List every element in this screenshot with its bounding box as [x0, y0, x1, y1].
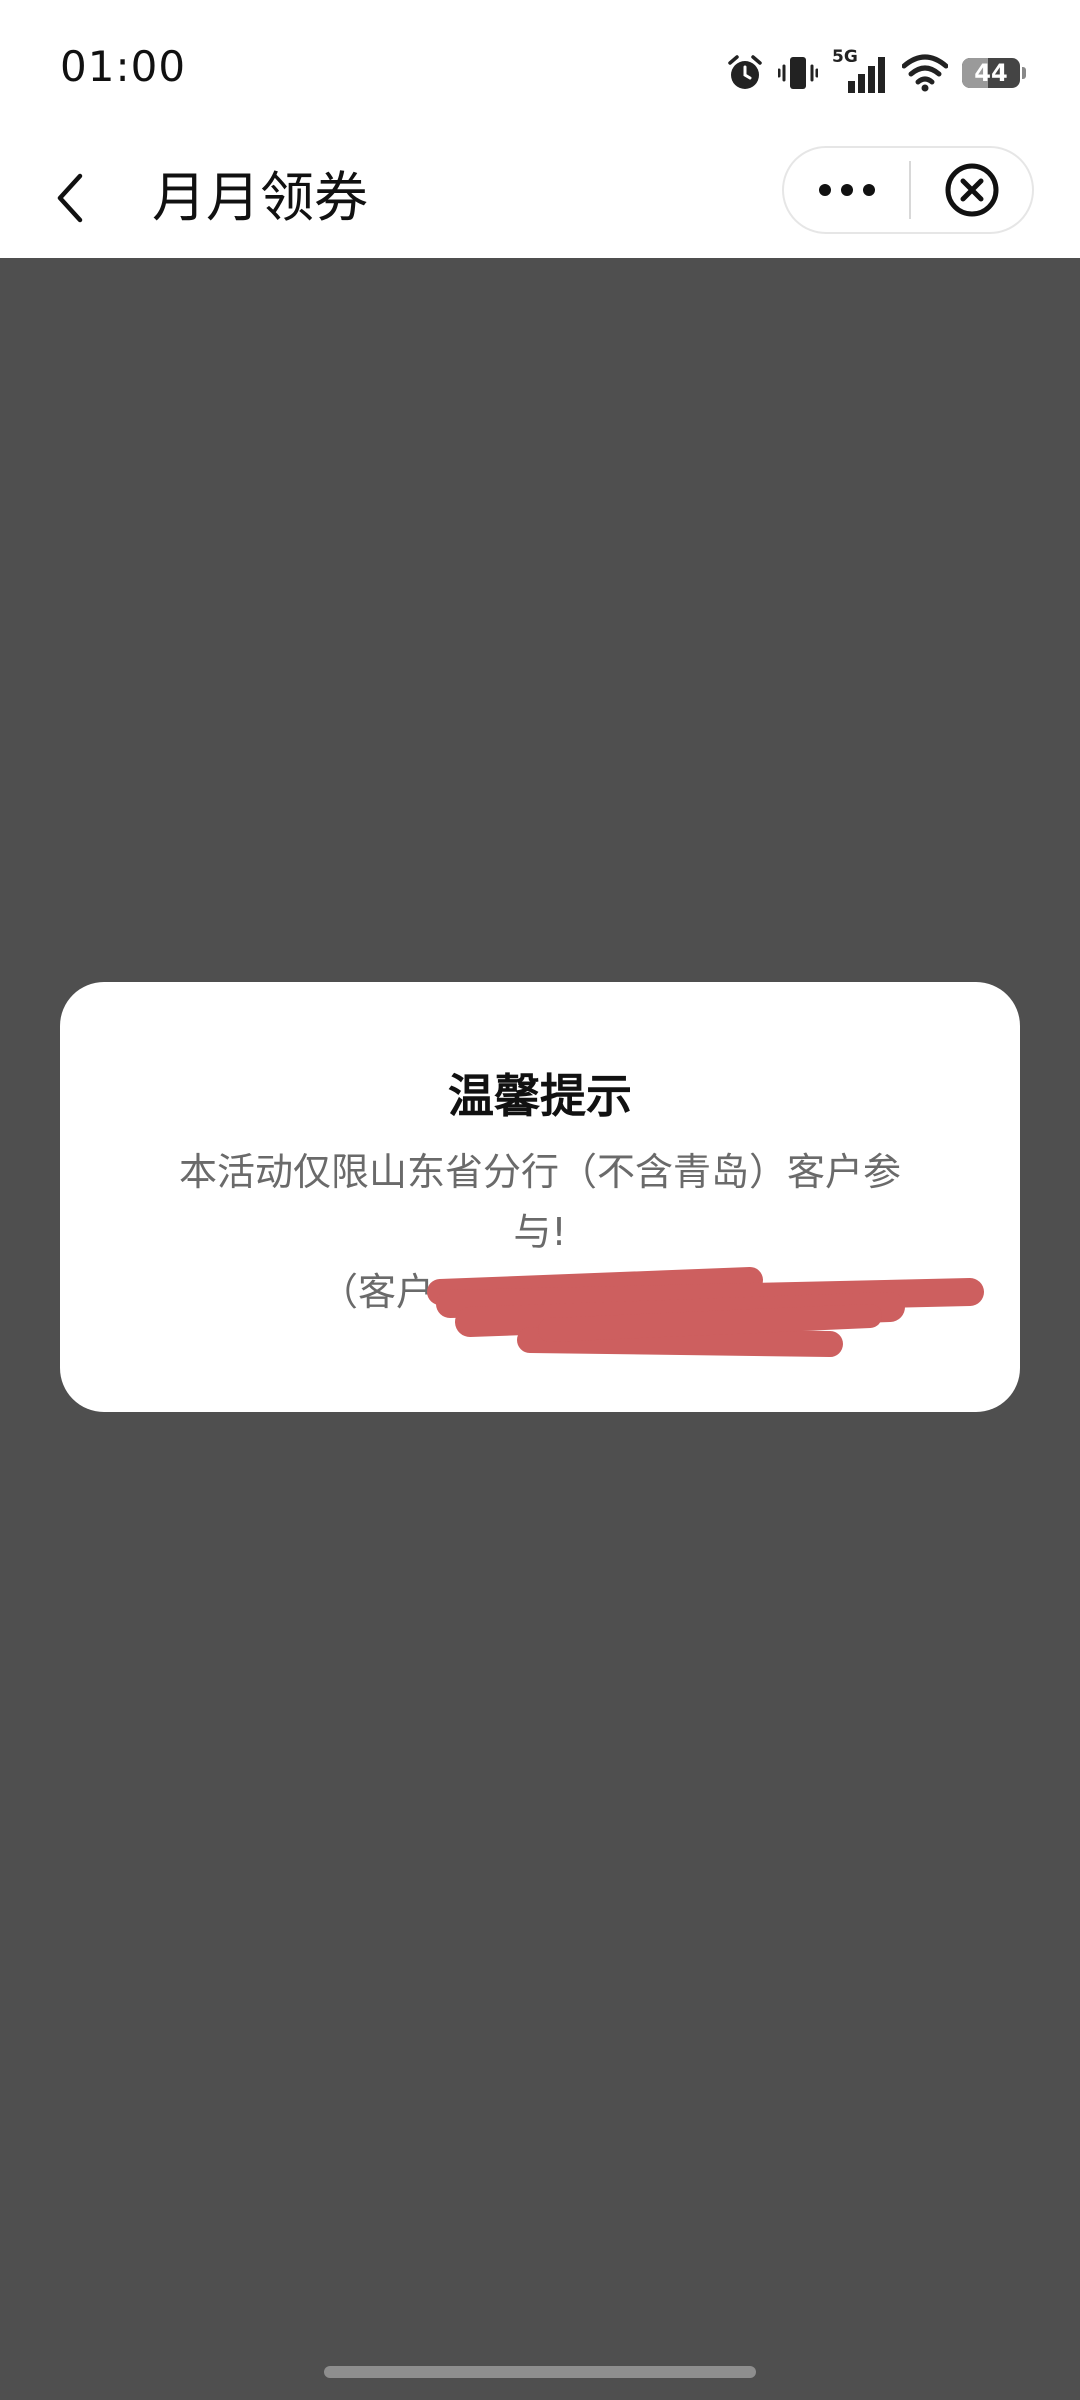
battery-level: 44 — [974, 59, 1008, 87]
battery-icon: 44 — [962, 58, 1026, 88]
back-arrow-icon — [57, 173, 83, 223]
status-time: 01:00 — [60, 42, 187, 91]
nav-bar: 月月领券 — [0, 138, 1080, 258]
redaction-scribble — [427, 1267, 984, 1357]
dialog-title: 温馨提示 — [448, 1069, 632, 1123]
status-icons: 5G 44 — [726, 47, 1026, 98]
vibrate-icon — [778, 57, 818, 89]
signal-group: 5G — [832, 47, 888, 95]
more-button[interactable] — [784, 148, 909, 232]
dialog-message-line: 本活动仅限山东省分行（不含青岛）客户参 — [178, 1150, 901, 1194]
wifi-icon — [902, 54, 948, 92]
mini-program-capsule — [782, 146, 1034, 234]
more-dots-icon — [818, 184, 875, 196]
alarm-icon — [728, 55, 762, 89]
close-circle-icon — [945, 163, 998, 217]
back-button[interactable] — [30, 158, 110, 238]
close-button[interactable] — [911, 148, 1032, 232]
status-bar: 01:00 5G 44 — [0, 0, 1080, 138]
home-indicator[interactable] — [324, 2366, 756, 2378]
signal-icon — [848, 57, 885, 93]
page-title: 月月领券 — [152, 166, 368, 229]
